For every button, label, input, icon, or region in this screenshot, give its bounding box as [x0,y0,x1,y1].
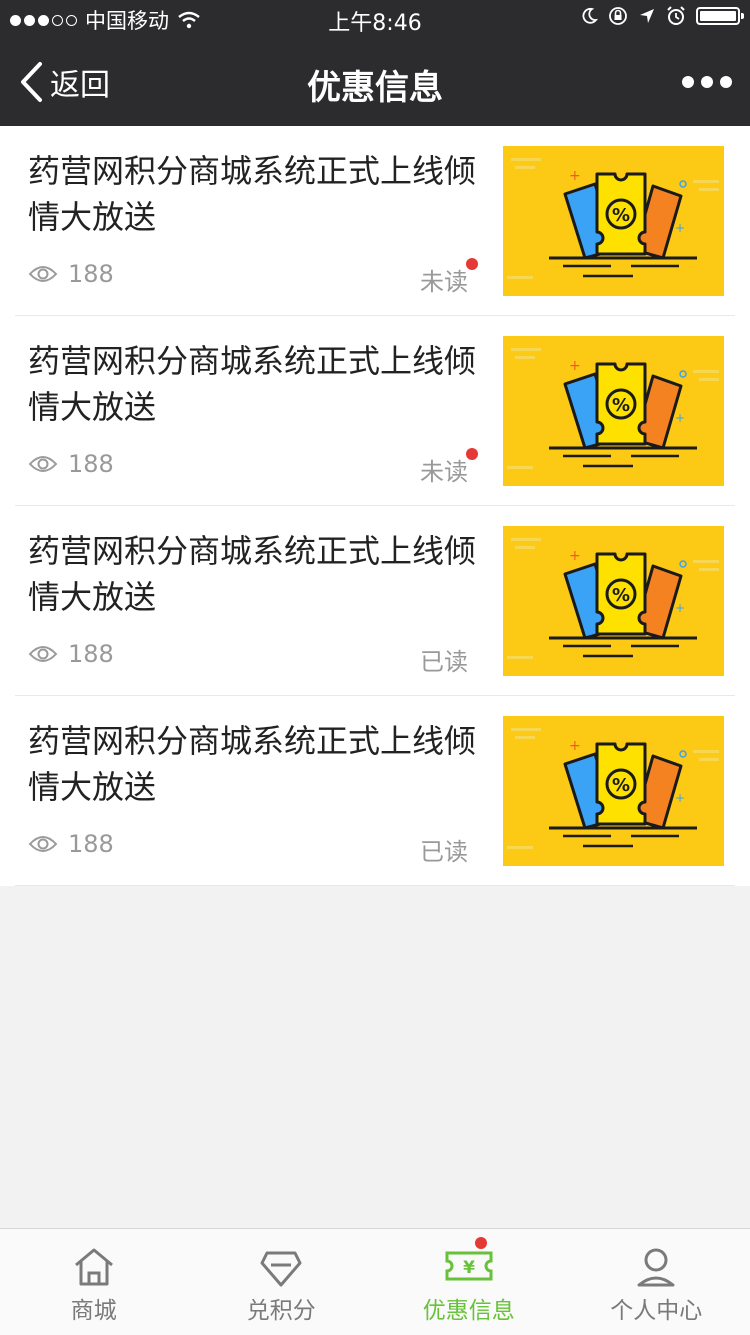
coupon-thumbnail: % + + [503,336,724,486]
tab-promotions[interactable]: ¥ 优惠信息 [375,1229,563,1335]
list-item[interactable]: 药营网积分商城系统正式上线倾情大放送 188 未读 [0,126,750,316]
views: 188 [28,450,114,478]
user-icon [634,1245,678,1289]
coupon-illustration: % + + [503,526,724,676]
eye-icon [28,644,58,664]
item-title: 药营网积分商城系统正式上线倾情大放送 [28,718,478,810]
coupon-thumbnail: % + + [503,146,724,296]
location-icon [638,7,656,25]
page-title: 优惠信息 [0,60,750,109]
view-count: 188 [68,830,114,858]
svg-text:+: + [569,168,581,184]
list-item[interactable]: 药营网积分商城系统正式上线倾情大放送 188 未读 [0,316,750,506]
unread-dot [466,448,478,460]
svg-text:¥: ¥ [463,1258,475,1278]
tab-mall[interactable]: 商城 [0,1229,188,1335]
views: 188 [28,260,114,288]
unread-dot [466,258,478,270]
battery-icon [696,7,740,25]
read-status: 已读 [420,832,468,867]
svg-text:+: + [675,791,685,805]
home-icon [72,1245,116,1289]
tab-redeem-points[interactable]: 兑积分 [188,1229,376,1335]
svg-text:+: + [569,358,581,374]
eye-icon [28,834,58,854]
tab-label: 兑积分 [247,1291,316,1325]
rotation-lock-icon [608,6,628,26]
status-bar: 中国移动 上午8:46 [0,0,750,38]
eye-icon [28,454,58,474]
views: 188 [28,640,114,668]
nav-bar: 返回 优惠信息 [0,38,750,126]
item-title: 药营网积分商城系统正式上线倾情大放送 [28,148,478,240]
svg-text:%: % [612,775,630,796]
status-right [580,6,740,26]
diamond-icon [259,1245,303,1289]
svg-text:+: + [569,738,581,754]
item-title: 药营网积分商城系统正式上线倾情大放送 [28,338,478,430]
list-item[interactable]: 药营网积分商城系统正式上线倾情大放送 188 已读 [0,506,750,696]
coupon-thumbnail: % + + [503,526,724,676]
tab-profile[interactable]: 个人中心 [563,1229,750,1335]
more-dot [701,76,713,88]
list-item[interactable]: 药营网积分商城系统正式上线倾情大放送 188 已读 [0,696,750,886]
tab-bar: 商城 兑积分 ¥ 优惠信息 个人中心 [0,1228,750,1335]
moon-icon [580,7,598,25]
tab-label: 商城 [71,1291,117,1325]
coupon-illustration: % + + [503,336,724,486]
item-title: 药营网积分商城系统正式上线倾情大放送 [28,528,478,620]
more-dot [682,76,694,88]
tab-label: 个人中心 [610,1291,702,1325]
view-count: 188 [68,640,114,668]
svg-text:%: % [612,395,630,416]
view-count: 188 [68,260,114,288]
coupon-icon: ¥ [444,1245,494,1289]
coupon-illustration: % + + [503,146,724,296]
view-count: 188 [68,450,114,478]
svg-text:+: + [569,548,581,564]
svg-text:%: % [612,205,630,226]
coupon-illustration: % + + [503,716,724,866]
read-status: 未读 [420,452,468,487]
read-status: 已读 [420,642,468,677]
more-dot [720,76,732,88]
promo-list: 药营网积分商城系统正式上线倾情大放送 188 未读 [0,126,750,886]
svg-text:+: + [675,601,685,615]
coupon-thumbnail: % + + [503,716,724,866]
tab-badge [475,1237,487,1249]
tab-label: 优惠信息 [423,1291,515,1325]
read-status: 未读 [420,262,468,297]
svg-text:+: + [675,221,685,235]
svg-text:%: % [612,585,630,606]
eye-icon [28,264,58,284]
alarm-icon [666,6,686,26]
svg-text:+: + [675,411,685,425]
views: 188 [28,830,114,858]
more-button[interactable] [682,76,732,88]
